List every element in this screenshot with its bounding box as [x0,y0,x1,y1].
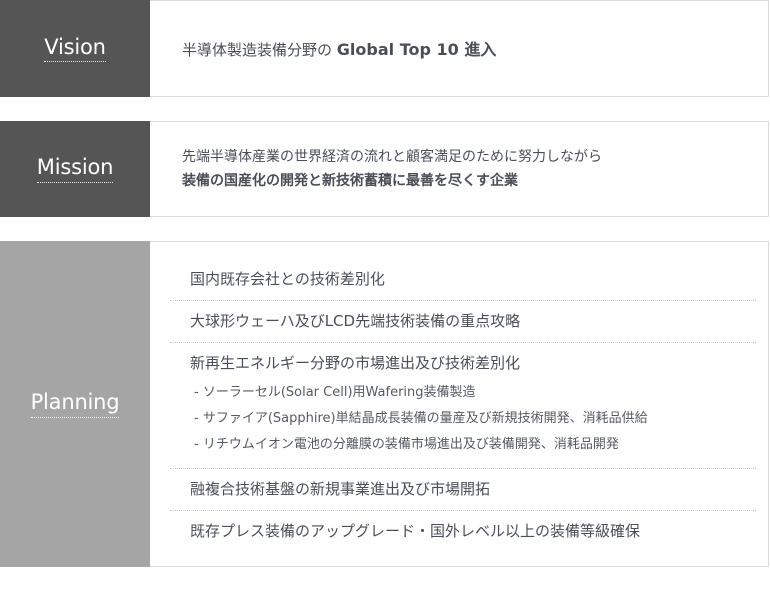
planning-sub-item: - サファイア(Sapphire)単結晶成長装備の量産及び新規技術開発、消耗品供… [194,411,648,426]
planning-item: 融複合技術基盤の新規事業進出及び市場開拓 [170,469,756,511]
planning-item: 新再生エネルギー分野の市場進出及び技術差別化 - ソーラーセル(Solar Ce… [170,343,756,469]
planning-list: 国内既存会社との技術差別化 大球形ウェーハ及びLCD先端技術装備の重点攻略 新再… [150,242,768,566]
planning-item-title: 国内既存会社との技術差別化 [190,270,385,288]
planning-item-title: 融複合技術基盤の新規事業進出及び市場開拓 [190,480,491,498]
planning-sub-item: - ソーラーセル(Solar Cell)用Wafering装備製造 [194,385,476,400]
planning-label: Planning [30,390,120,418]
mission-label: Mission [36,155,113,183]
mission-line-1: 先端半導体産業の世界経済の流れと顧客満足のために努力しながら [182,149,602,165]
planning-item-title: 新再生エネルギー分野の市場進出及び技術差別化 [190,354,521,372]
planning-label-panel: Planning [0,241,150,567]
planning-item: 国内既存会社との技術差別化 [170,259,756,301]
planning-sub-list: - ソーラーセル(Solar Cell)用Wafering装備製造 - サファイ… [190,380,756,458]
vision-label: Vision [44,35,106,63]
mission-line-2: 装備の国産化の開発と新技術蓄積に最善を尽くす企業 [182,173,518,189]
vision-section: Vision 半導体製造装備分野の Global Top 10 進入 [0,0,769,97]
mission-content: 先端半導体産業の世界経済の流れと顧客満足のために努力しながら 装備の国産化の開発… [150,122,768,216]
vision-label-panel: Vision [0,0,150,97]
mission-section: Mission 先端半導体産業の世界経済の流れと顧客満足のために努力しながら 装… [0,121,769,217]
planning-item-title: 大球形ウェーハ及びLCD先端技術装備の重点攻略 [190,312,521,330]
vision-content: 半導体製造装備分野の Global Top 10 進入 [150,1,768,96]
vision-statement: 半導体製造装備分野の Global Top 10 進入 [182,36,768,60]
mission-label-panel: Mission [0,121,150,217]
planning-item: 大球形ウェーハ及びLCD先端技術装備の重点攻略 [170,301,756,343]
vision-text-strong: Global Top 10 進入 [336,39,497,59]
planning-sub-item: - リチウムイオン電池の分離膜の装備市場進出及び装備開発、消耗品開発 [194,437,619,452]
vision-text-regular: 半導体製造装備分野の [182,40,333,59]
planning-item-title: 既存プレス装備のアップグレード・国外レベル以上の装備等級確保 [190,522,641,540]
planning-item: 既存プレス装備のアップグレード・国外レベル以上の装備等級確保 [170,511,756,552]
planning-section: Planning 国内既存会社との技術差別化 大球形ウェーハ及びLCD先端技術装… [0,241,769,567]
